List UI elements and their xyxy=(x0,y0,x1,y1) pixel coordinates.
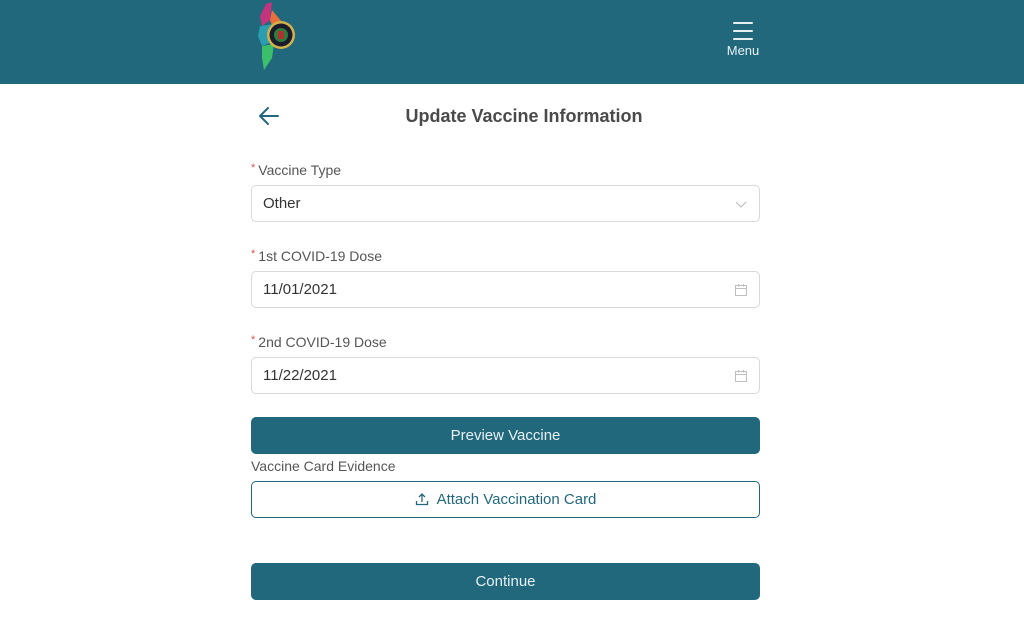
calendar-icon xyxy=(735,370,747,382)
app-header: Menu xyxy=(0,0,1024,84)
required-marker: * xyxy=(251,162,256,174)
second-dose-value: 11/22/2021 xyxy=(263,367,337,384)
attach-button-label: Attach Vaccination Card xyxy=(436,491,597,508)
government-seal-logo[interactable] xyxy=(252,2,302,72)
second-dose-label-text: 2nd COVID-19 Dose xyxy=(258,334,387,350)
first-dose-date-input[interactable]: 11/01/2021 xyxy=(251,271,760,308)
vaccine-type-value: Other xyxy=(263,195,301,212)
upload-icon xyxy=(415,493,428,506)
second-dose-date-input[interactable]: 11/22/2021 xyxy=(251,357,760,394)
menu-button[interactable]: Menu xyxy=(718,20,768,64)
preview-vaccine-button[interactable]: Preview Vaccine xyxy=(251,417,760,454)
continue-button[interactable]: Continue xyxy=(251,563,760,600)
chevron-down-icon xyxy=(735,201,747,208)
hamburger-menu-icon xyxy=(733,22,753,40)
menu-label: Menu xyxy=(726,43,760,58)
first-dose-label: * 1st COVID-19 Dose xyxy=(251,248,382,264)
calendar-icon xyxy=(735,284,747,296)
first-dose-value: 11/01/2021 xyxy=(263,281,337,298)
vaccine-type-label: * Vaccine Type xyxy=(251,162,341,178)
vaccine-card-evidence-label: Vaccine Card Evidence xyxy=(251,458,396,474)
second-dose-label: * 2nd COVID-19 Dose xyxy=(251,334,387,350)
attach-vaccination-card-button[interactable]: Attach Vaccination Card xyxy=(251,481,760,518)
page-title: Update Vaccine Information xyxy=(405,106,643,126)
required-marker: * xyxy=(251,334,256,346)
required-marker: * xyxy=(251,248,256,260)
vaccine-type-select[interactable]: Other xyxy=(251,185,760,222)
vaccine-type-label-text: Vaccine Type xyxy=(258,162,342,178)
first-dose-label-text: 1st COVID-19 Dose xyxy=(258,248,382,264)
arrow-left-icon[interactable] xyxy=(256,104,282,128)
